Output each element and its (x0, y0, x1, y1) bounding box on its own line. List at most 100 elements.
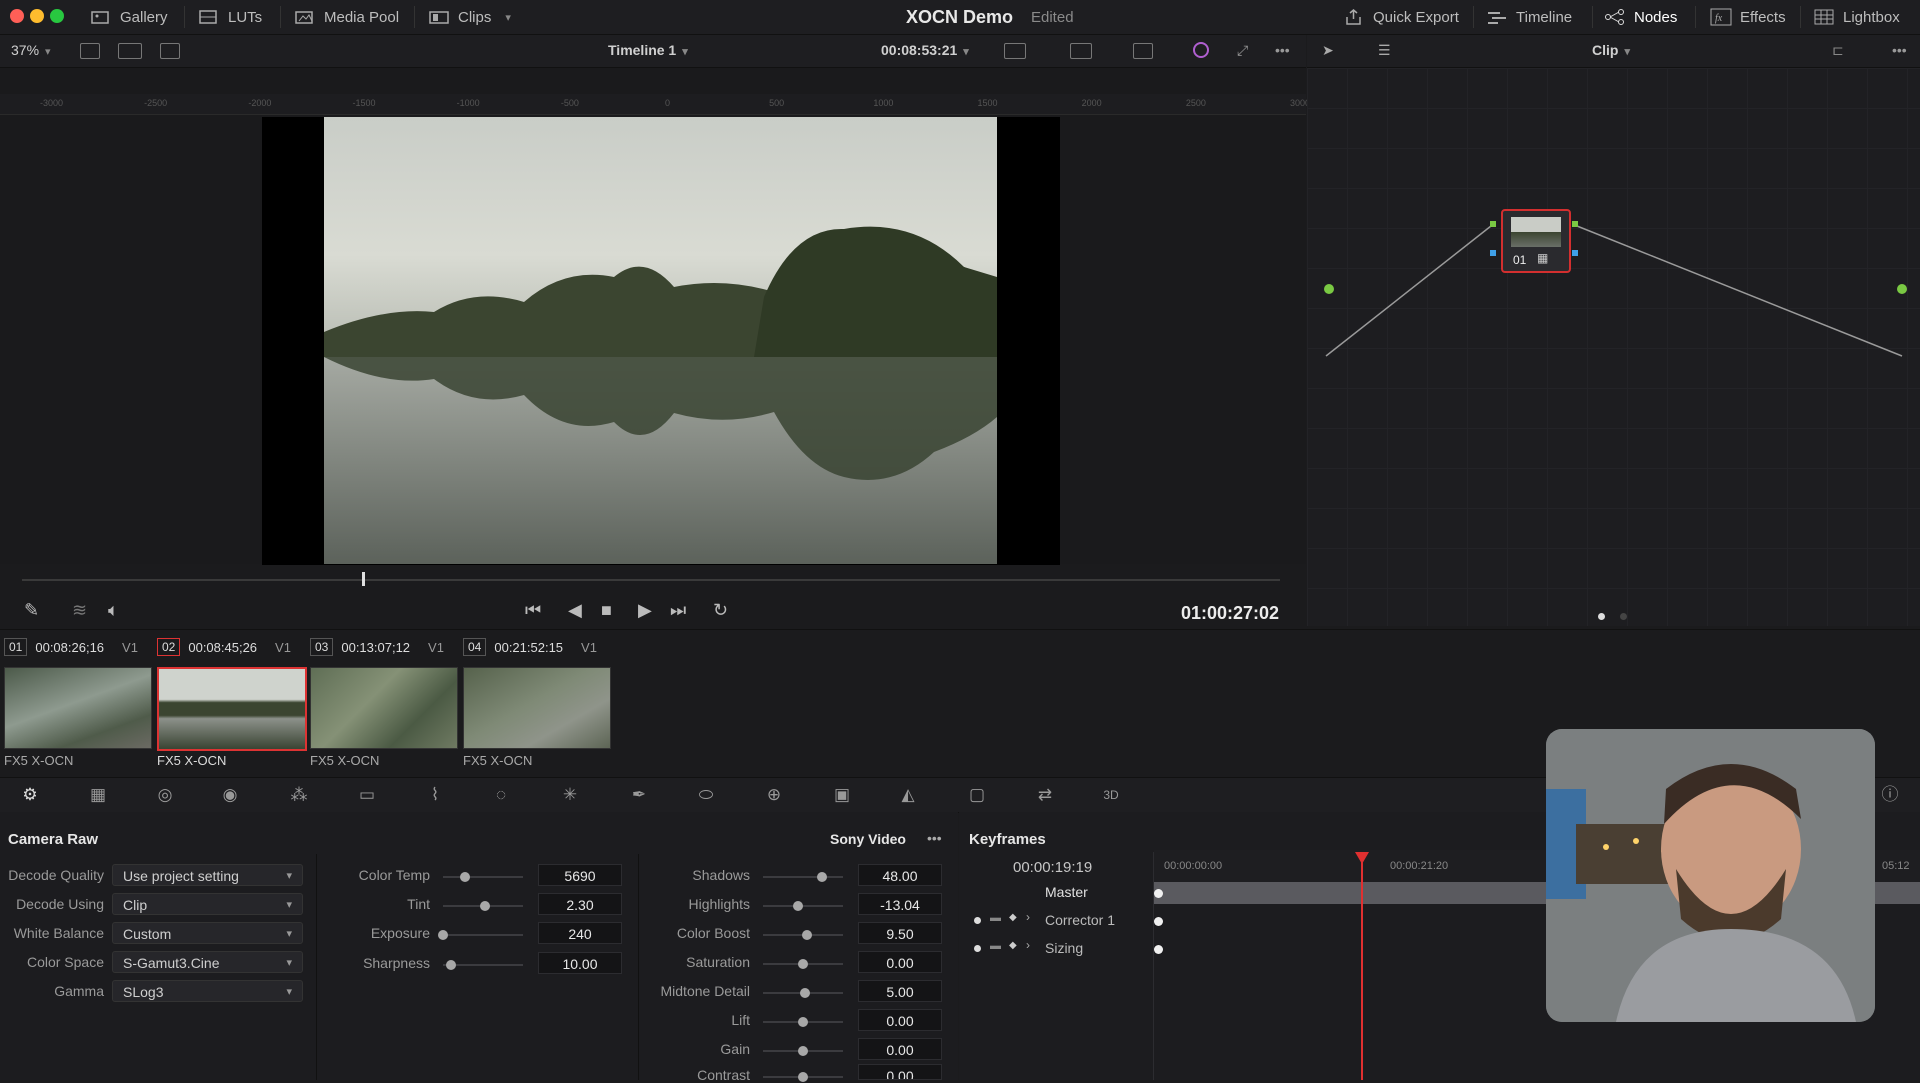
clips-button[interactable]: Clips ▾ (428, 0, 511, 34)
corrector-node[interactable]: 01 ▦ (1501, 209, 1571, 273)
midtone-detail-value[interactable]: 5.00 (858, 980, 942, 1002)
node-list-icon[interactable]: ☰ (1378, 42, 1391, 59)
gain-value[interactable]: 0.00 (858, 1038, 942, 1060)
more-options-icon[interactable]: ••• (1892, 42, 1907, 58)
keyframe-point[interactable] (1154, 917, 1163, 926)
window-icon[interactable]: ⬭ (694, 785, 718, 805)
node-mode-dropdown[interactable]: Clip ▾ (1592, 42, 1630, 58)
minimize-window-button[interactable] (30, 9, 44, 23)
gamma-dropdown[interactable]: SLog3 ▾ (112, 980, 303, 1002)
node-output-port[interactable] (1572, 221, 1578, 227)
qualifier-grid-icon[interactable]: ✳ (558, 785, 582, 805)
exposure-slider[interactable] (443, 934, 523, 936)
shadows-slider-knob[interactable] (817, 872, 828, 882)
clip-thumbnail-selected[interactable] (157, 667, 307, 751)
color-space-dropdown[interactable]: S-Gamut3.Cine ▾ (112, 951, 303, 973)
curves-icon[interactable]: ⌇ (423, 785, 447, 805)
stop-icon[interactable]: ■ (601, 600, 612, 621)
clip-thumbnail[interactable] (310, 667, 458, 749)
lift-value[interactable]: 0.00 (858, 1009, 942, 1031)
enable-dot[interactable] (974, 945, 981, 952)
lock-icon[interactable]: ▬ (990, 940, 1001, 952)
keyframe-point[interactable] (1154, 945, 1163, 954)
exposure-value[interactable]: 240 (538, 922, 622, 944)
media-pool-button[interactable]: Media Pool (294, 0, 399, 34)
decode-using-dropdown[interactable]: Clip ▾ (112, 893, 303, 915)
grid-view-icon[interactable] (118, 43, 142, 59)
quick-export-button[interactable]: Quick Export (1343, 0, 1459, 34)
color-wheel-icon[interactable] (1193, 42, 1209, 58)
zoom-window-button[interactable] (50, 9, 64, 23)
effects-button[interactable]: fx Effects (1710, 0, 1786, 34)
node-key-input-port[interactable] (1490, 250, 1496, 256)
enable-dot[interactable] (974, 917, 981, 924)
saturation-slider-knob[interactable] (798, 959, 808, 969)
saturation-value[interactable]: 0.00 (858, 951, 942, 973)
tint-value[interactable]: 2.30 (538, 893, 622, 915)
split-view-icon[interactable] (160, 43, 180, 59)
node-input-port[interactable] (1490, 221, 1496, 227)
highlight-icon[interactable] (1133, 43, 1153, 59)
zoom-dropdown[interactable]: 37% ▾ (11, 42, 51, 58)
nodes-button[interactable]: Nodes (1604, 0, 1677, 34)
key-icon[interactable]: ▢ (965, 785, 989, 805)
color-temp-slider[interactable] (443, 876, 523, 878)
magic-mask-icon[interactable]: ▣ (830, 785, 854, 805)
page-dot[interactable] (1620, 613, 1627, 620)
fullscreen-icon[interactable]: ⤢ (1237, 42, 1248, 59)
color-boost-slider-knob[interactable] (802, 930, 812, 940)
loop-icon[interactable]: ↻ (713, 600, 728, 621)
keyframe-diamond-icon[interactable]: ◆ (1009, 940, 1017, 951)
scrub-playhead[interactable] (361, 572, 365, 586)
skip-forward-icon[interactable]: ⏭ (670, 600, 686, 621)
more-options-icon[interactable]: ••• (927, 830, 942, 846)
timecode-selector[interactable]: 00:08:53:21 ▾ (881, 42, 969, 58)
skip-back-icon[interactable]: ⏮ (525, 600, 541, 621)
camera-raw-icon[interactable]: ⚙ (18, 785, 42, 805)
timeline-button[interactable]: Timeline (1486, 0, 1572, 34)
clip-thumbnail[interactable] (463, 667, 611, 749)
node-options-icon[interactable]: ⊏ (1832, 42, 1844, 59)
blur-icon[interactable]: ◭ (896, 785, 920, 805)
input-node-dot[interactable] (1324, 284, 1334, 294)
shadows-value[interactable]: 48.00 (858, 864, 942, 886)
layers-icon[interactable]: ≋ (72, 600, 87, 621)
scrub-bar[interactable] (22, 579, 1280, 581)
info-icon[interactable]: ⓘ (1878, 785, 1902, 805)
gallery-button[interactable]: Gallery (90, 0, 168, 34)
rgb-mixer-icon[interactable]: ⁂ (287, 785, 311, 805)
shadows-slider[interactable] (763, 876, 843, 878)
motion-effects-icon[interactable]: ▭ (355, 785, 379, 805)
decode-quality-dropdown[interactable]: Use project setting ▾ (112, 864, 303, 886)
keyframe-point[interactable] (1154, 889, 1163, 898)
node-key-output-port[interactable] (1572, 250, 1578, 256)
qualifier-icon[interactable]: ✒ (627, 785, 651, 805)
viewer-mode-icon[interactable] (1004, 43, 1026, 59)
chevron-right-icon[interactable]: › (1026, 910, 1030, 924)
speaker-icon[interactable]: 🔈︎ (108, 600, 119, 621)
chevron-right-icon[interactable]: › (1026, 938, 1030, 952)
luts-button[interactable]: LUTs (198, 0, 262, 34)
highlights-slider-knob[interactable] (793, 901, 804, 911)
gain-slider-knob[interactable] (798, 1046, 808, 1056)
sharpness-slider-knob[interactable] (446, 960, 456, 970)
play-icon[interactable]: ▶ (638, 600, 652, 621)
output-node-dot[interactable] (1897, 284, 1907, 294)
color-boost-value[interactable]: 9.50 (858, 922, 942, 944)
pointer-icon[interactable]: ➤ (1322, 42, 1334, 59)
exposure-slider-knob[interactable] (438, 930, 448, 940)
highlights-value[interactable]: -13.04 (858, 893, 942, 915)
color-temp-value[interactable]: 5690 (538, 864, 622, 886)
color-temp-slider-knob[interactable] (460, 872, 471, 882)
hdr-wheels-icon[interactable]: ◉ (218, 785, 242, 805)
picker-icon[interactable]: ✎ (24, 600, 39, 621)
contrast-value[interactable]: 0.00 (858, 1064, 942, 1080)
hdr-view-icon[interactable] (1070, 43, 1092, 59)
clip-thumbnail[interactable] (4, 667, 152, 749)
tint-slider-knob[interactable] (479, 901, 490, 911)
midtone-detail-slider-knob[interactable] (800, 988, 811, 998)
close-window-button[interactable] (10, 9, 24, 23)
color-warper-icon[interactable]: ◌ (489, 785, 513, 805)
3d-icon[interactable]: 3D (1099, 785, 1123, 805)
more-options-icon[interactable]: ••• (1275, 42, 1290, 58)
